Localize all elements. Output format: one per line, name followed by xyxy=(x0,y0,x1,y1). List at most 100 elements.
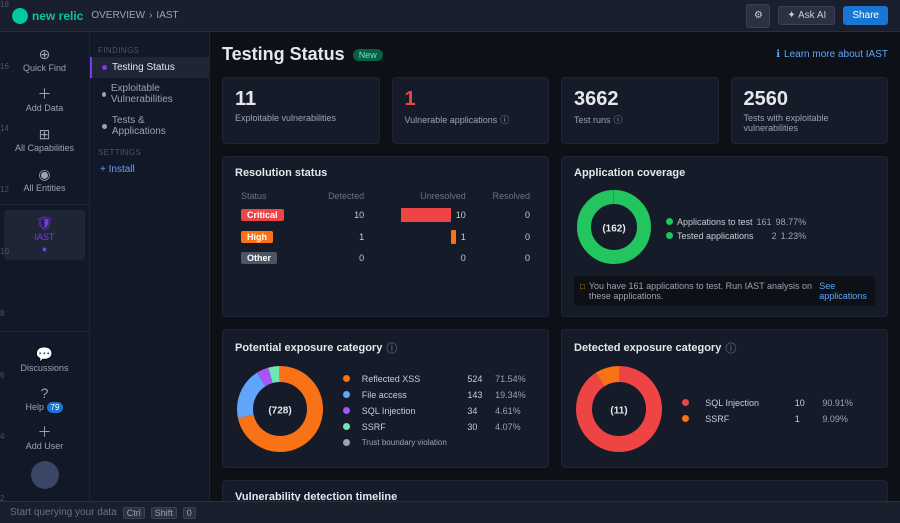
stat-label: Tests with exploitable vulnerabilities xyxy=(744,113,876,133)
info-icon: ⓘ xyxy=(725,340,736,356)
exp-pct xyxy=(491,436,534,450)
exposure-panels-row: Potential exposure category ⓘ xyxy=(222,329,888,468)
legend-val2: 98.77% xyxy=(776,217,807,227)
stat-tests-exploitable: 2560 Tests with exploitable vulnerabilit… xyxy=(731,77,889,144)
severity-badge-other: Other xyxy=(241,252,277,264)
unresolved-val: 1 xyxy=(461,232,466,242)
exp-dot xyxy=(343,407,350,414)
donut-wrap: (11) xyxy=(574,364,664,457)
sub-nav-testing-status[interactable]: Testing Status xyxy=(90,57,209,78)
iast-icon: 🛡 xyxy=(36,216,54,230)
see-apps-link[interactable]: See applications xyxy=(819,281,869,301)
content-wrap: FINDINGS Testing Status Exploitable Vuln… xyxy=(90,32,900,501)
table-row: Other 0 0 0 xyxy=(237,249,534,267)
quick-find-icon: ⊕ xyxy=(39,47,51,61)
learn-more-link[interactable]: ℹ Learn more about IAST xyxy=(776,49,888,60)
ask-ai-button[interactable]: ✦ Ask AI xyxy=(778,6,835,25)
exp-pct: 4.61% xyxy=(491,404,534,418)
discussions-icon: 💬 xyxy=(36,347,53,361)
nav-dot xyxy=(102,65,107,70)
legend-item: Applications to test 161 98.77% xyxy=(666,217,806,227)
panel-title: Application coverage xyxy=(574,167,875,179)
resolution-table: Status Detected Unresolved Resolved Crit… xyxy=(235,187,536,269)
potential-table: Reflected XSS 524 71.54% File access 143 xyxy=(337,370,536,452)
donut-center-label: (11) xyxy=(610,405,627,416)
legend-label: Applications to test xyxy=(677,217,753,227)
help-icon: ? xyxy=(41,386,49,400)
sidebar-item-label: Help 79 xyxy=(26,402,64,412)
detected-exposure-panel: Detected exposure category ⓘ xyxy=(561,329,888,468)
share-button[interactable]: Share xyxy=(843,6,888,25)
detected-val: 10 xyxy=(308,205,368,225)
exp-label: File access xyxy=(358,388,462,402)
exp-dot xyxy=(343,375,350,382)
top-bar-left: new relic OVERVIEW › IAST xyxy=(12,8,179,24)
unresolved-val: 10 xyxy=(456,210,466,220)
sidebar-item-label: IAST xyxy=(34,232,54,242)
detected-donut-area: (11) SQL Injection 10 90.91% xyxy=(574,364,875,457)
sub-nav-tests-apps[interactable]: Tests & Applications xyxy=(90,110,209,142)
legend-dot xyxy=(666,232,673,239)
logo[interactable]: new relic xyxy=(12,8,83,24)
exp-pct: 90.91% xyxy=(818,396,873,410)
coverage-note: □ You have 161 applications to test. Run… xyxy=(574,276,875,306)
legend-dot xyxy=(666,218,673,225)
table-row: SQL Injection 10 90.91% xyxy=(678,396,873,410)
info-icon: ⓘ xyxy=(614,113,623,126)
exp-pct: 19.34% xyxy=(491,388,534,402)
exp-pct: 9.09% xyxy=(818,412,873,426)
stat-test-runs: 3662 Test runs ⓘ xyxy=(561,77,719,144)
exp-count: 524 xyxy=(463,372,489,386)
exp-count: 1 xyxy=(791,412,817,426)
exp-label: Reflected XSS xyxy=(358,372,462,386)
legend-val1: 2 xyxy=(772,231,777,241)
breadcrumb-sep: › xyxy=(149,10,152,21)
key-ctrl: Ctrl xyxy=(123,507,145,519)
sub-nav-settings-section: SETTINGS xyxy=(90,142,209,159)
bar xyxy=(401,208,451,222)
donut-wrap: (728) xyxy=(235,364,325,457)
bottom-bar: Start querying your data Ctrl Shift 0 xyxy=(0,501,900,523)
breadcrumb-iast[interactable]: IAST xyxy=(156,10,178,21)
legend-item: Tested applications 2 1.23% xyxy=(666,231,806,241)
stat-label: Exploitable vulnerabilities xyxy=(235,113,367,123)
coverage-legend: Applications to test 161 98.77% Tested a… xyxy=(666,217,806,241)
legend-val2: 1.23% xyxy=(781,231,807,241)
breadcrumb-overview[interactable]: OVERVIEW xyxy=(91,10,145,21)
stat-vulnerable-apps: 1 Vulnerable applications ⓘ xyxy=(392,77,550,144)
coverage-note-text: You have 161 applications to test. Run I… xyxy=(589,281,815,301)
resolved-val: 0 xyxy=(472,227,534,247)
sub-nav-exploitable[interactable]: Exploitable Vulnerabilities xyxy=(90,78,209,110)
panels-row: Resolution status Status Detected Unreso… xyxy=(222,156,888,317)
breadcrumb: OVERVIEW › IAST xyxy=(91,10,178,21)
page-title: Testing Status xyxy=(222,44,345,65)
table-row: Trust boundary violation xyxy=(339,436,534,450)
exp-count xyxy=(463,436,489,450)
check-icon: □ xyxy=(580,282,585,291)
add-data-icon: ＋ xyxy=(38,87,52,101)
exp-label: Trust boundary violation xyxy=(358,436,462,450)
col-detected: Detected xyxy=(308,189,368,203)
table-row: High 1 1 0 xyxy=(237,227,534,247)
sub-nav-install[interactable]: + Install xyxy=(90,159,209,180)
main-content: Testing Status New ℹ Learn more about IA… xyxy=(210,32,900,501)
col-status: Status xyxy=(237,189,306,203)
sidebar-item-label: Add User xyxy=(26,441,64,451)
all-entities-icon: ◉ xyxy=(38,167,50,181)
severity-badge-critical: Critical xyxy=(241,209,284,221)
settings-button[interactable]: ⚙ xyxy=(746,4,770,28)
exp-label: SSRF xyxy=(358,420,462,434)
page-header: Testing Status New ℹ Learn more about IA… xyxy=(222,44,888,65)
top-bar-right: ⚙ ✦ Ask AI Share xyxy=(746,4,888,28)
exp-dot xyxy=(343,439,350,446)
potential-donut-area: (728) Reflected XSS 524 71.54% xyxy=(235,364,536,457)
donut-center-label: (728) xyxy=(268,405,291,416)
exp-count: 30 xyxy=(463,420,489,434)
table-row: SSRF 1 9.09% xyxy=(678,412,873,426)
donut-wrap: (162) xyxy=(574,187,654,270)
top-bar: new relic OVERVIEW › IAST ⚙ ✦ Ask AI Sha… xyxy=(0,0,900,32)
donut-area: (162) Applications to test 161 98.77% xyxy=(574,187,875,270)
key-shift: Shift xyxy=(151,507,177,519)
info-icon: ℹ xyxy=(776,49,780,60)
stat-value: 11 xyxy=(235,88,367,111)
